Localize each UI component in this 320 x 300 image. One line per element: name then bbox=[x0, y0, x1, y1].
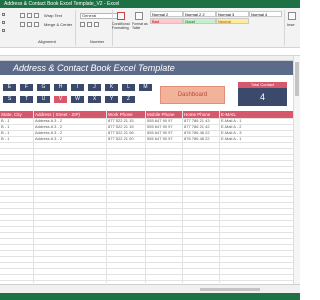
insert-cells-icon[interactable] bbox=[288, 12, 296, 20]
align-top-icon[interactable] bbox=[20, 13, 25, 18]
column-header-email[interactable]: E-MAIL bbox=[220, 111, 293, 118]
filter-letter-button[interactable]: I bbox=[71, 84, 84, 91]
align-middle-icon[interactable] bbox=[27, 13, 32, 18]
table-cell[interactable]: B - 1 bbox=[0, 136, 33, 142]
number-format-select[interactable]: General bbox=[80, 13, 120, 19]
column-header-work-phone[interactable]: Work Phone bbox=[107, 111, 145, 118]
style-normal-3[interactable]: Normal 3 bbox=[216, 11, 249, 17]
align-right-icon[interactable] bbox=[34, 22, 39, 27]
filter-letter-button[interactable]: W bbox=[71, 96, 84, 103]
filter-letter-button[interactable]: L bbox=[122, 84, 135, 91]
wrap-text-button[interactable]: Wrap Text bbox=[44, 13, 62, 18]
filter-letter-button[interactable]: M bbox=[139, 84, 152, 91]
filter-letter-button[interactable]: E bbox=[3, 84, 16, 91]
alignment-group-label: Alignment bbox=[38, 39, 56, 44]
table-cell[interactable]: E-Mail A - 1 bbox=[220, 136, 293, 142]
total-contact-value: 4 bbox=[259, 92, 265, 102]
align-left-icon[interactable] bbox=[20, 22, 25, 27]
filter-letter-button[interactable]: S bbox=[3, 96, 16, 103]
dashboard-button[interactable]: Dashboard bbox=[160, 86, 225, 104]
column-header-state-city[interactable]: State, City bbox=[0, 111, 33, 118]
style-normal-2-2[interactable]: Normal 2 2 bbox=[183, 11, 216, 17]
filter-letter-button[interactable]: U bbox=[37, 96, 50, 103]
currency-icon[interactable] bbox=[80, 22, 85, 27]
filter-letter-button[interactable]: H bbox=[54, 84, 67, 91]
filter-letter-button[interactable]: J bbox=[88, 84, 101, 91]
filter-letter-button[interactable]: T bbox=[20, 96, 33, 103]
formula-bar[interactable] bbox=[0, 48, 300, 56]
format-as-table-icon[interactable] bbox=[135, 12, 143, 20]
filter-letter-button[interactable]: F bbox=[20, 84, 33, 91]
style-normal-2[interactable]: Normal 2 bbox=[150, 11, 183, 17]
style-good[interactable]: Good bbox=[183, 18, 216, 24]
sheet-banner-title: Address & Contact Book Excel Template bbox=[0, 61, 293, 75]
filter-letter-button[interactable]: X bbox=[88, 96, 101, 103]
filter-letter-button[interactable]: Y bbox=[105, 96, 118, 103]
percent-icon[interactable] bbox=[87, 22, 92, 27]
vertical-scroll-thumb[interactable] bbox=[295, 62, 299, 96]
status-bar bbox=[0, 293, 300, 300]
number-group-label: Number bbox=[90, 39, 105, 44]
total-contact-label: Total Contact bbox=[238, 82, 287, 88]
checkbox-icon[interactable] bbox=[2, 21, 5, 24]
window-title: Address & Contact Book Excel Template_V2… bbox=[0, 0, 300, 8]
align-center-icon[interactable] bbox=[27, 22, 32, 27]
group-divider bbox=[75, 10, 76, 46]
vertical-scrollbar[interactable] bbox=[293, 56, 300, 284]
insert-button[interactable]: Inse bbox=[287, 22, 295, 27]
table-cell[interactable]: 877 522 21 00 bbox=[107, 136, 145, 142]
column-header-address[interactable]: Address ( Street - ZIP) bbox=[34, 111, 106, 118]
conditional-formatting-button[interactable]: Conditional Formatting bbox=[112, 22, 132, 30]
filter-letter-button[interactable]: K bbox=[105, 84, 118, 91]
checkbox-icon[interactable] bbox=[2, 13, 5, 16]
format-as-table-button[interactable]: Format as Table bbox=[132, 22, 148, 30]
column-header-mobile-phone[interactable]: Mobile Phone bbox=[146, 111, 182, 118]
column-header-home-phone[interactable]: Home Phone bbox=[183, 111, 219, 118]
conditional-formatting-icon[interactable] bbox=[117, 12, 125, 20]
align-bottom-icon[interactable] bbox=[34, 13, 39, 18]
style-neutral[interactable]: Neutral bbox=[216, 18, 249, 24]
filter-letter-button-active[interactable]: V bbox=[54, 96, 67, 103]
table-cell[interactable]: 876 786 48 22 bbox=[183, 136, 219, 142]
checkbox-icon[interactable] bbox=[2, 29, 5, 32]
horizontal-scroll-thumb[interactable] bbox=[200, 288, 260, 291]
group-divider bbox=[284, 10, 285, 46]
filter-letter-button[interactable]: Z bbox=[122, 96, 135, 103]
sheet-tab-bar[interactable] bbox=[0, 284, 300, 293]
comma-style-icon[interactable] bbox=[94, 22, 99, 27]
filter-letter-button[interactable]: G bbox=[37, 84, 50, 91]
style-bad[interactable]: Bad bbox=[150, 18, 183, 24]
ribbon: Wrap Text Merge & Center Alignment Gener… bbox=[0, 8, 300, 48]
merge-center-button[interactable]: Merge & Center bbox=[44, 22, 72, 27]
table-cell[interactable]: 555 647 90 97 bbox=[146, 136, 182, 142]
style-normal-4[interactable]: Normal 4 bbox=[249, 11, 282, 17]
cell-grid[interactable] bbox=[0, 118, 293, 283]
table-cell[interactable]: Address A 3 - 2 bbox=[34, 136, 106, 142]
